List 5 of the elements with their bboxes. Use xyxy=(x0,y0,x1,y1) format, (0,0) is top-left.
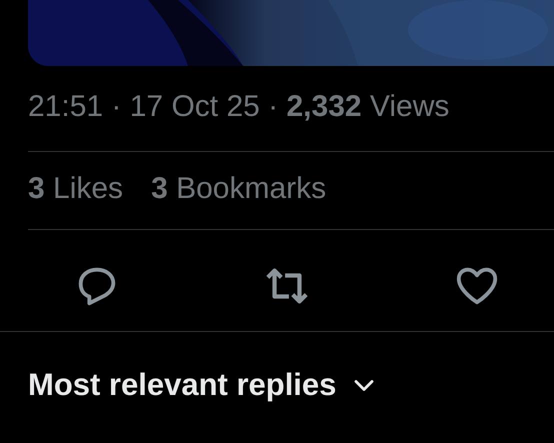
replies-sort-dropdown[interactable]: Most relevant replies xyxy=(28,364,374,406)
engagement-stat[interactable]: 3 Bookmarks xyxy=(151,167,326,211)
tweet-meta: 21:51 · 17 Oct 25 · 2,332 Views xyxy=(28,89,450,125)
engagement-stat[interactable]: 3 Likes xyxy=(28,167,124,211)
chevron-down-icon xyxy=(354,378,374,392)
